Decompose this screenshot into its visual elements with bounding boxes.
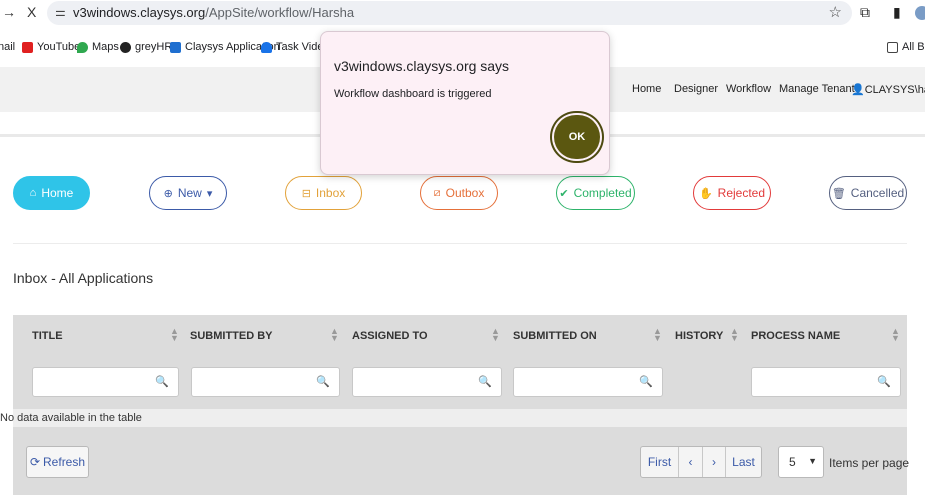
column-header-title[interactable]: TITLE (32, 330, 63, 342)
claysys-icon (170, 41, 181, 53)
address-bar[interactable]: ⚌ v3windows.claysys.org/AppSite/workflow… (47, 1, 852, 25)
bookmark-all-bookmarks[interactable]: All Boo (887, 41, 925, 53)
column-header-process-name[interactable]: PROCESS NAME (751, 330, 840, 342)
nav-designer[interactable]: Designer (674, 83, 718, 95)
sort-icon[interactable]: ▲ ▼ (491, 327, 500, 343)
completed-button[interactable]: ✔ Completed (556, 176, 635, 210)
refresh-icon: ⟳ (29, 455, 41, 469)
column-header-submitted-on[interactable]: SUBMITTED ON (513, 330, 597, 342)
prev-page-button[interactable]: ‹ (679, 447, 703, 477)
sort-icon[interactable]: ▲ ▼ (891, 327, 900, 343)
last-page-button[interactable]: Last (726, 447, 761, 477)
greyhr-icon (120, 41, 131, 53)
nav-manage-tenant[interactable]: Manage Tenant (779, 83, 855, 95)
dialog-message: Workflow dashboard is triggered (334, 88, 492, 100)
section-divider (13, 243, 907, 244)
title-filter-input[interactable]: 🔍 (32, 367, 179, 397)
column-header-submitted-by[interactable]: SUBMITTED BY (190, 330, 273, 342)
items-per-page-label: Items per page (829, 456, 910, 470)
bookmark-youtube[interactable]: YouTube (22, 41, 80, 53)
inbox-icon: ⊟ (301, 187, 311, 200)
new-dropdown-button[interactable]: ⊕ New ▾ (149, 176, 227, 210)
nav-workflow[interactable]: Workflow (726, 83, 771, 95)
ok-button[interactable]: OK (554, 115, 600, 159)
outbox-button[interactable]: ⧄ Outbox (420, 176, 498, 210)
nav-home[interactable]: Home (632, 83, 661, 95)
page-title: Inbox - All Applications (13, 270, 154, 286)
site-settings-icon[interactable]: ⚌ (55, 5, 66, 19)
trash-icon: 🗑 (831, 187, 846, 200)
first-page-button[interactable]: First (641, 447, 679, 477)
submitted-by-filter-input[interactable]: 🔍 (191, 367, 340, 397)
thumbs-down-icon: ✋ (698, 187, 713, 200)
sort-icon[interactable]: ▲ ▼ (330, 327, 339, 343)
profile-avatar[interactable] (915, 6, 925, 20)
cloud-icon (261, 41, 272, 53)
sort-icon[interactable]: ▲ ▼ (653, 327, 662, 343)
sidebar-icon[interactable]: ▮ (893, 4, 901, 21)
check-circle-icon: ✔ (559, 187, 569, 200)
sort-icon[interactable]: ▲ ▼ (730, 327, 739, 343)
nav-user-menu[interactable]: 👤CLAYSYS\harsha. (851, 83, 925, 96)
search-icon: 🔍 (155, 376, 169, 388)
url-host: v3windows.claysys.org (73, 5, 206, 20)
chevron-down-icon: ▼ (808, 456, 817, 466)
cancelled-button[interactable]: 🗑 Cancelled (829, 176, 907, 210)
url-path: /AppSite/workflow/Harsha (205, 5, 355, 20)
search-icon: 🔍 (639, 376, 653, 388)
submitted-on-filter-input[interactable]: 🔍 (513, 367, 663, 397)
bookmark-mail[interactable]: nail (0, 41, 15, 53)
maps-pin-icon (77, 41, 88, 53)
extensions-icon[interactable]: ⧉ (860, 4, 870, 21)
outbox-icon: ⧄ (433, 186, 441, 199)
process-name-filter-input[interactable]: 🔍 (751, 367, 901, 397)
user-icon: 👤 (851, 84, 865, 96)
empty-table-row: No data available in the table (0, 409, 907, 427)
forward-arrow-icon[interactable]: → (2, 4, 16, 20)
inbox-button[interactable]: ⊟ Inbox (285, 176, 362, 210)
home-icon: ⌂ (29, 187, 37, 199)
column-header-history[interactable]: HISTORY (675, 330, 723, 342)
dialog-title: v3windows.claysys.org says (334, 58, 510, 74)
column-header-assigned-to[interactable]: ASSIGNED TO (352, 330, 428, 342)
applications-table: TITLE ▲ ▼ SUBMITTED BY ▲ ▼ ASSIGNED TO ▲ ▼ … (0, 315, 910, 495)
pagination: First ‹ › Last (640, 446, 762, 478)
youtube-icon (22, 41, 33, 53)
home-button[interactable]: ⌂ Home (13, 176, 90, 210)
caret-down-icon: ▾ (206, 187, 213, 200)
search-icon: 🔍 (478, 376, 492, 388)
next-page-button[interactable]: › (703, 447, 726, 477)
stop-loading-icon[interactable]: X (27, 4, 36, 20)
page-size-select[interactable]: 5 ▼ (778, 446, 824, 478)
bookmark-star-icon[interactable]: ☆ (829, 3, 842, 21)
bookmark-greyhr[interactable]: greyHR (120, 41, 172, 53)
rejected-button[interactable]: ✋ Rejected (693, 176, 771, 210)
search-icon: 🔍 (316, 376, 330, 388)
folder-icon (887, 41, 898, 53)
refresh-button[interactable]: ⟳ Refresh (26, 446, 89, 478)
bookmark-maps[interactable]: Maps (77, 41, 119, 53)
assigned-to-filter-input[interactable]: 🔍 (352, 367, 502, 397)
alert-dialog: v3windows.claysys.org says Workflow dash… (320, 31, 610, 175)
browser-toolbar: → X ⚌ v3windows.claysys.org/AppSite/work… (0, 0, 925, 27)
search-icon: 🔍 (877, 376, 891, 388)
empty-message: No data available in the table (0, 412, 142, 424)
plus-circle-icon: ⊕ (163, 187, 173, 200)
sort-icon[interactable]: ▲ ▼ (170, 327, 179, 343)
